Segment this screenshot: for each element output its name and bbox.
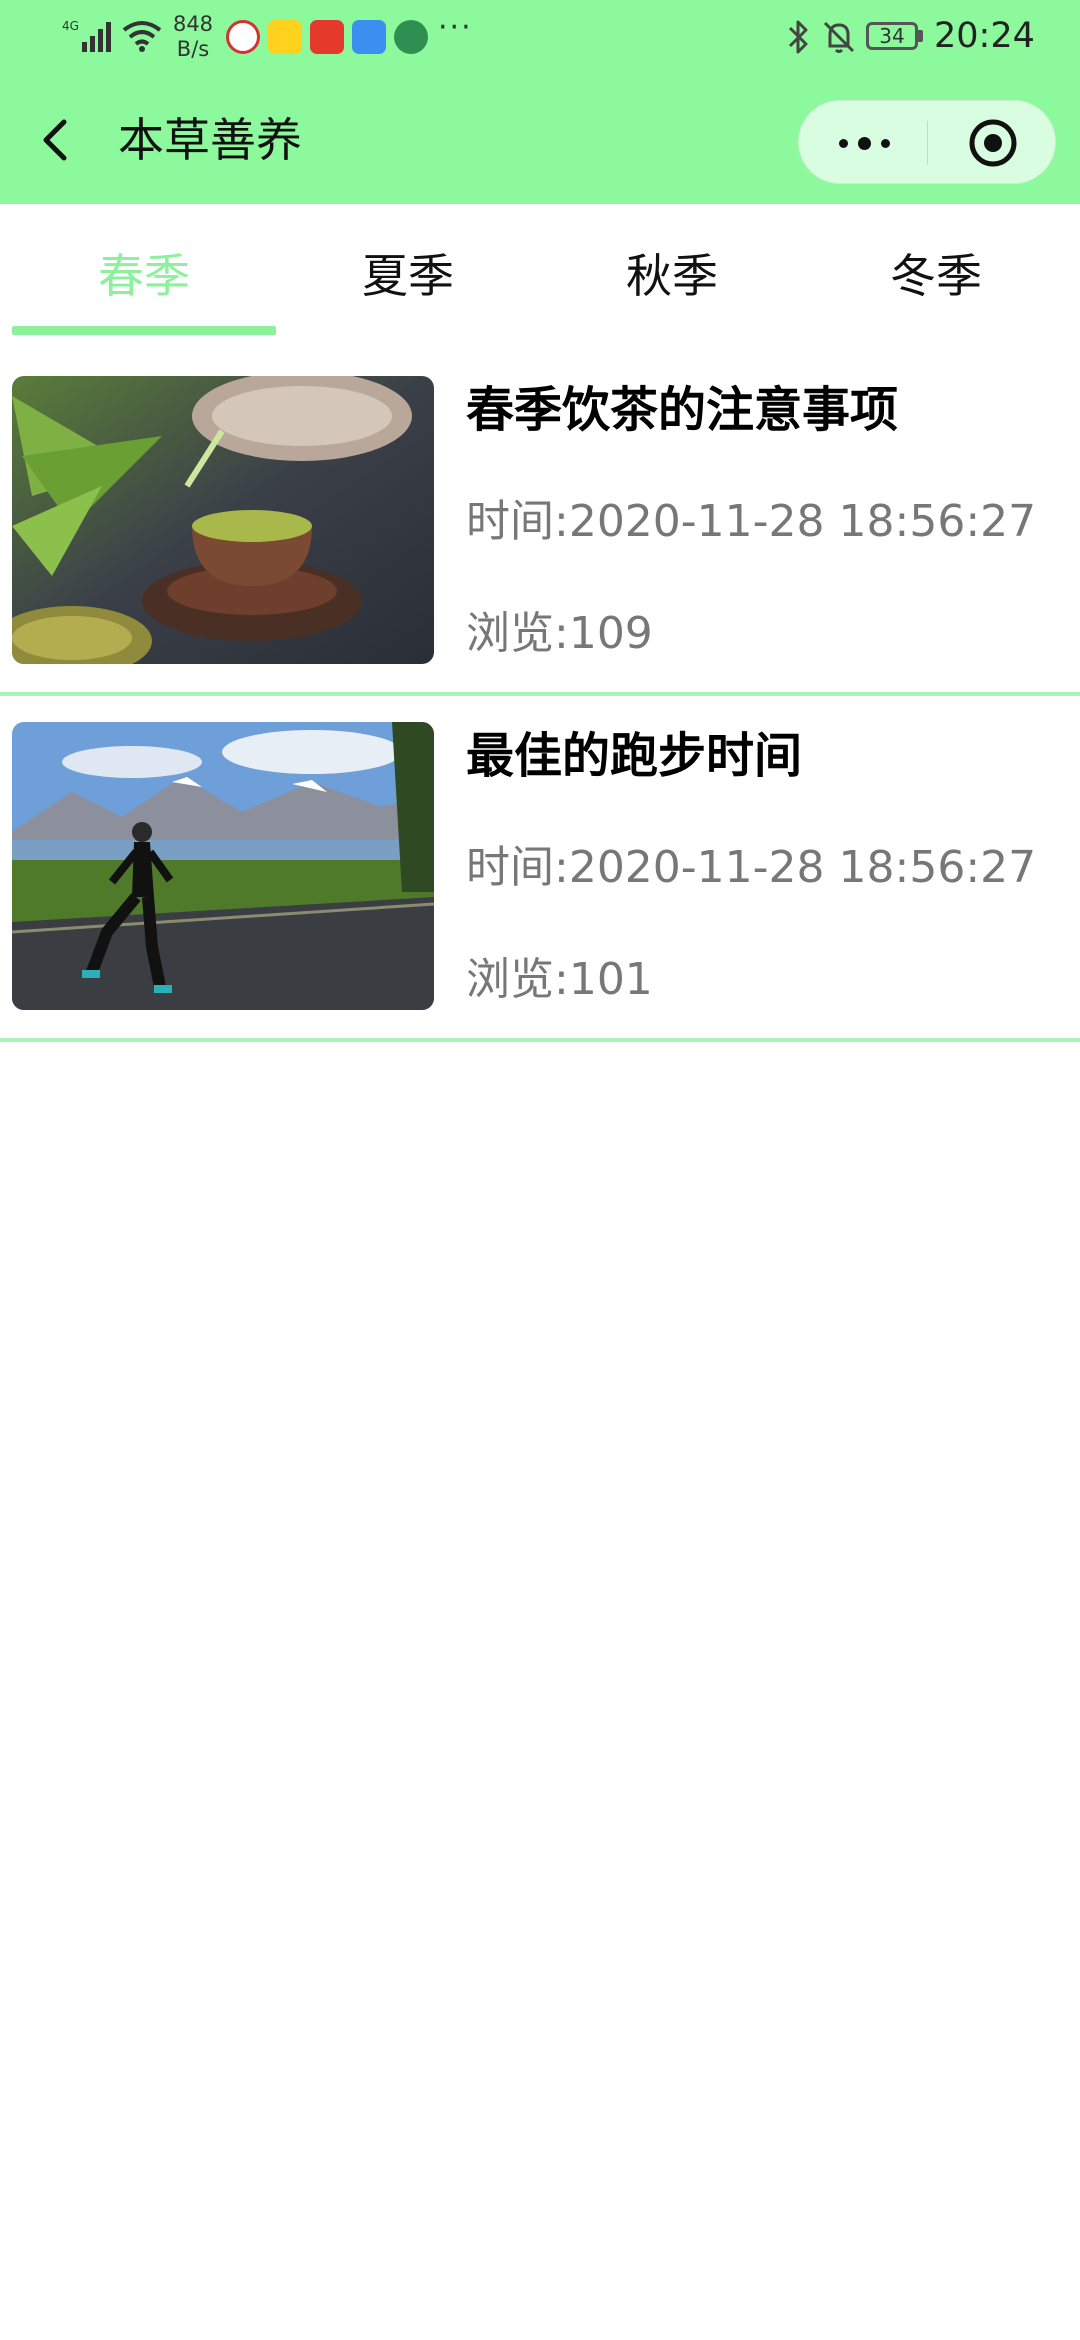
article-views: 浏览:109 [466,608,653,659]
bluetooth-icon [788,20,808,54]
tab-summer[interactable]: 夏季 [276,204,540,336]
article-thumbnail [12,376,434,664]
notification-app-icon [352,20,386,54]
bell-muted-icon [823,21,855,53]
tab-label: 春季 [98,249,190,303]
article-title: 最佳的跑步时间 [466,728,803,784]
svg-text:4G: 4G [62,19,79,33]
notification-app-icon [310,20,344,54]
article-thumbnail [12,722,434,1010]
notification-app-icon [226,20,260,54]
article-views: 浏览:101 [466,954,653,1005]
network-speed: 848 B/s [172,12,214,61]
mini-program-capsule [798,100,1056,184]
article-title: 春季饮茶的注意事项 [466,382,899,438]
notification-app-icon [394,20,428,54]
capsule-divider [927,121,928,165]
more-dot-icon [858,137,871,150]
season-tabs: 春季 夏季 秋季 冬季 [0,204,1080,336]
close-mini-program-icon[interactable] [929,101,1057,185]
nav-bar: 本草善养 [0,76,1080,204]
active-tab-indicator [12,326,276,335]
tab-label: 夏季 [362,249,454,303]
tea-photo-image [12,376,434,664]
battery-tip [918,30,923,42]
list-item[interactable]: 最佳的跑步时间 时间:2020-11-28 18:56:27 浏览:101 [0,682,1080,1042]
article-time: 时间:2020-11-28 18:56:27 [466,496,1037,547]
more-menu-button[interactable] [799,101,927,185]
page-title: 本草善养 [118,113,302,167]
article-time: 时间:2020-11-28 18:56:27 [466,842,1037,893]
list-item[interactable]: 春季饮茶的注意事项 时间:2020-11-28 18:56:27 浏览:109 [0,336,1080,696]
tab-label: 冬季 [890,249,982,303]
tab-spring[interactable]: 春季 [12,204,276,336]
tab-autumn[interactable]: 秋季 [540,204,804,336]
back-arrow-icon[interactable] [34,112,80,168]
signal-icon: 4G [62,19,111,52]
status-time: 20:24 [934,16,1035,56]
notification-app-icon [268,20,302,54]
battery-icon: 34 [866,22,918,50]
runner-photo-image [12,722,434,1010]
notification-overflow: ··· [438,10,473,45]
more-dot-icon [881,139,890,148]
tab-label: 秋季 [626,249,718,303]
screen: 4G 848 B/s ··· 34 20:24 本草善养 春季 夏季 秋季 冬季… [0,0,1080,2340]
more-dot-icon [839,139,848,148]
tab-winter[interactable]: 冬季 [804,204,1068,336]
status-bar: 4G 848 B/s ··· 34 20:24 [0,0,1080,76]
wifi-icon [122,21,162,52]
list-divider [0,1038,1080,1042]
